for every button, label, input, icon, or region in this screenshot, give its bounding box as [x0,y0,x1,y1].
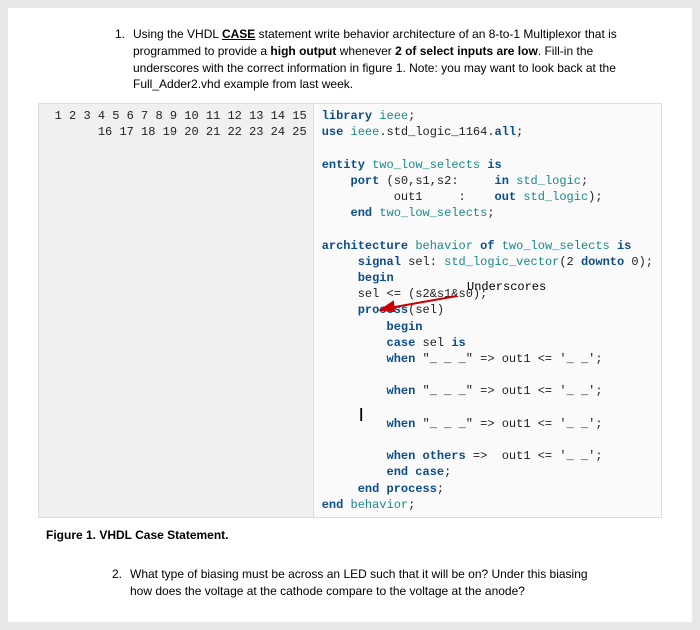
document-page: 1. Using the VHDL CASE statement write b… [8,8,692,622]
figure-caption: Figure 1. VHDL Case Statement. [46,528,662,542]
question-2-number: 2. [108,566,130,600]
question-2-text: What type of biasing must be across an L… [130,566,632,600]
code-content: library ieee; use ieee.std_logic_1164.al… [314,104,661,517]
question-1: 1. Using the VHDL CASE statement write b… [38,26,662,93]
question-1-text: Using the VHDL CASE statement write beha… [133,26,662,93]
line-number-gutter: 1 2 3 4 5 6 7 8 9 10 11 12 13 14 15 16 1… [39,104,314,517]
q1-part-5: 2 of select inputs are low [395,44,538,58]
q1-part-4: whenever [336,44,395,58]
code-block: 1 2 3 4 5 6 7 8 9 10 11 12 13 14 15 16 1… [38,103,662,518]
q1-case-keyword: CASE [222,27,255,41]
arrow-icon [379,292,459,312]
text-cursor-icon: | [357,406,365,425]
question-1-number: 1. [108,26,133,93]
underscores-annotation: Underscores [467,279,546,295]
q1-part-0: Using the VHDL [133,27,222,41]
question-2: 2. What type of biasing must be across a… [38,566,662,600]
q1-part-3: high output [270,44,336,58]
